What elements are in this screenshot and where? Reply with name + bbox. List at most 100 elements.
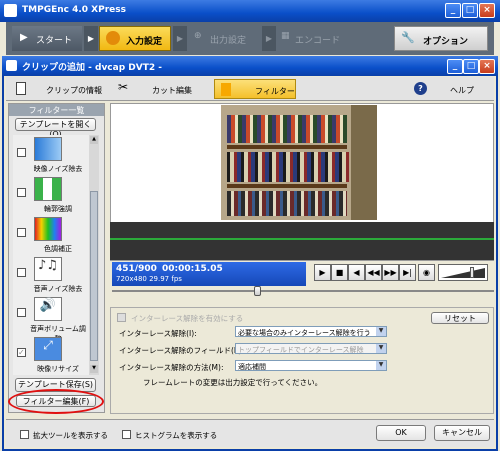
filter-list-header: フィルター一覧 bbox=[9, 104, 104, 116]
tab-filter-label: フィルター bbox=[255, 87, 295, 96]
speaker-icon: 🔊 bbox=[34, 297, 62, 321]
ok-button[interactable]: OK bbox=[376, 425, 426, 441]
template-open-button[interactable]: テンプレートを開く(O) bbox=[15, 118, 96, 139]
input-settings-label: 入力設定 bbox=[126, 37, 163, 47]
expand-tool-label: 拡大ツールを表示する bbox=[33, 431, 108, 440]
start-label: スタート bbox=[36, 36, 73, 46]
tab-clip-info-label: クリップの情報 bbox=[46, 86, 102, 95]
close-button[interactable]: × bbox=[479, 3, 495, 18]
minimize-button[interactable]: _ bbox=[445, 3, 461, 18]
wrench-icon: 🔧 bbox=[401, 31, 415, 44]
scroll-up-icon[interactable]: ▲ bbox=[90, 136, 98, 144]
maximize-button[interactable]: □ bbox=[462, 3, 478, 18]
filter-item[interactable]: 色調補正 bbox=[13, 215, 89, 255]
mute-button[interactable]: ◉ bbox=[418, 264, 435, 281]
chevron-down-icon: ▼ bbox=[376, 344, 386, 353]
deinterlace-enable-label: インターレース解除を有効にする bbox=[131, 314, 244, 323]
deinterlace-method-select[interactable]: 適応補間 ▼ bbox=[235, 360, 387, 371]
histogram-label: ヒストグラムを表示する bbox=[135, 431, 218, 440]
next-frame-button[interactable]: ▶| bbox=[399, 264, 416, 281]
cancel-button[interactable]: キャンセル bbox=[434, 425, 490, 441]
dialog-bottom-bar: 拡大ツールを表示する ヒストグラムを表示する OK キャンセル bbox=[6, 419, 494, 447]
options-button[interactable]: 🔧 オプション bbox=[394, 26, 488, 51]
filter-checkbox[interactable] bbox=[17, 308, 26, 317]
stop-icon: ■ bbox=[335, 268, 344, 277]
deinterlace-mode-value: 必要な場合のみインターレース解除を行う bbox=[238, 329, 371, 337]
histogram-checkbox[interactable] bbox=[122, 430, 131, 439]
play-button[interactable]: ▶ bbox=[314, 264, 331, 281]
dialog-maximize-button[interactable]: □ bbox=[463, 59, 479, 74]
app-titlebar: TMPGEnc 4.0 XPress bbox=[0, 0, 500, 22]
fast-forward-icon: ▶▶ bbox=[384, 268, 397, 277]
chevron-down-icon: ▼ bbox=[376, 361, 386, 370]
tab-cut-edit[interactable]: ✂ カット編集 bbox=[112, 79, 208, 99]
tab-clip-info[interactable]: クリップの情報 bbox=[10, 79, 106, 99]
expand-tool-checkbox[interactable] bbox=[20, 430, 29, 439]
dialog-title: クリップの追加 - dvcap DVT2 - bbox=[22, 63, 163, 73]
encode-button[interactable]: ▦ エンコード bbox=[277, 26, 357, 51]
tab-cut-edit-label: カット編集 bbox=[152, 86, 192, 95]
tab-filter[interactable]: フィルター bbox=[214, 79, 296, 99]
filter-checkbox[interactable] bbox=[17, 228, 26, 237]
timeline-preview bbox=[110, 222, 494, 260]
video-noise-icon bbox=[34, 137, 62, 161]
fast-forward-button[interactable]: ▶▶ bbox=[382, 264, 399, 281]
deinterlace-settings: インターレース解除を有効にする リセット インターレース解除(I): 必要な場合… bbox=[110, 307, 494, 414]
filter-item[interactable]: 輪郭強調 bbox=[13, 175, 89, 215]
tab-help[interactable]: ? ヘルプ bbox=[410, 79, 490, 99]
volume-knob[interactable] bbox=[469, 267, 474, 278]
filter-checkbox[interactable] bbox=[17, 148, 26, 157]
deinterlace-enable-checkbox[interactable] bbox=[117, 313, 126, 322]
output-settings-label: 出力設定 bbox=[210, 36, 247, 46]
timecode: 00:00:15.05 bbox=[162, 264, 223, 274]
deinterlace-mode-select[interactable]: 必要な場合のみインターレース解除を行う ▼ bbox=[235, 326, 387, 337]
filter-item-label: 輪郭強調 bbox=[44, 205, 72, 213]
fast-rewind-icon: ◀◀ bbox=[367, 268, 380, 277]
step-arrow-icon: ▶ bbox=[84, 26, 98, 51]
volume-slider[interactable] bbox=[438, 264, 488, 281]
scroll-down-icon[interactable]: ▼ bbox=[90, 365, 98, 373]
rewind-icon: ◀ bbox=[353, 268, 360, 277]
document-icon bbox=[16, 82, 26, 95]
deinterlace-field-select[interactable]: トップフィールドでインターレース解除 ▼ bbox=[235, 343, 387, 354]
scissors-icon: ✂ bbox=[118, 80, 129, 94]
filter-checkbox[interactable] bbox=[17, 268, 26, 277]
filter-item-label: 映像ノイズ除去 bbox=[33, 165, 83, 173]
start-arrow-icon: ▶ bbox=[20, 32, 28, 43]
filter-list: 映像ノイズ除去 輪郭強調 色調補正 ♪♫ 音声ノイズ除去 🔊 音声ボリューム調整… bbox=[13, 135, 89, 375]
rewind-button[interactable]: ◀ bbox=[348, 264, 365, 281]
deinterlace-method-value: 適応補間 bbox=[238, 363, 266, 371]
fast-rewind-button[interactable]: ◀◀ bbox=[365, 264, 382, 281]
reset-button[interactable]: リセット bbox=[431, 312, 489, 324]
dialog-icon bbox=[6, 60, 17, 71]
scroll-thumb[interactable] bbox=[90, 191, 98, 361]
filter-list-scrollbar[interactable]: ▲ ▼ bbox=[89, 135, 99, 375]
options-label: オプション bbox=[423, 37, 469, 47]
filter-item[interactable]: 🔊 音声ボリューム調整 bbox=[13, 295, 89, 343]
dialog-close-button[interactable]: × bbox=[479, 59, 495, 74]
seek-knob[interactable] bbox=[254, 286, 262, 296]
output-settings-icon: ⊕ bbox=[194, 31, 202, 41]
filter-checkbox-checked[interactable]: ✓ bbox=[17, 348, 26, 357]
start-button[interactable]: ▶ スタート bbox=[12, 26, 82, 51]
framerate-note: フレームレートの変更は出力設定で行ってください。 bbox=[143, 378, 323, 387]
output-settings-button[interactable]: ⊕ 出力設定 bbox=[188, 26, 260, 51]
filter-item[interactable]: 映像ノイズ除去 bbox=[13, 135, 89, 175]
stop-button[interactable]: ■ bbox=[331, 264, 348, 281]
dialog-minimize-button[interactable]: _ bbox=[447, 59, 463, 74]
filter-item[interactable]: ✓ ⤢ 映像リサイズ bbox=[13, 335, 89, 375]
deinterlace-field-value: トップフィールドでインターレース解除 bbox=[238, 346, 364, 354]
filter-item-label: 音声ノイズ除去 bbox=[33, 285, 83, 293]
input-settings-button[interactable]: 入力設定 bbox=[99, 26, 171, 51]
deinterlace-mode-label: インターレース解除(I): bbox=[119, 329, 197, 338]
deinterlace-method-label: インターレース解除の方法(M): bbox=[119, 363, 224, 372]
deinterlace-field-label: インターレース解除のフィールド(F): bbox=[119, 346, 244, 355]
filter-item[interactable]: ♪♫ 音声ノイズ除去 bbox=[13, 255, 89, 295]
audio-noise-icon: ♪♫ bbox=[34, 257, 62, 281]
app-logo-icon bbox=[4, 4, 17, 17]
seek-track[interactable] bbox=[112, 290, 494, 292]
help-icon: ? bbox=[414, 82, 427, 95]
video-info: 720x480 29.97 fps bbox=[116, 275, 182, 283]
filter-checkbox[interactable] bbox=[17, 188, 26, 197]
main-toolbar: ▶ スタート ▶ 入力設定 ▶ ⊕ 出力設定 ▶ ▦ エンコード 🔧 オプション bbox=[6, 22, 494, 55]
